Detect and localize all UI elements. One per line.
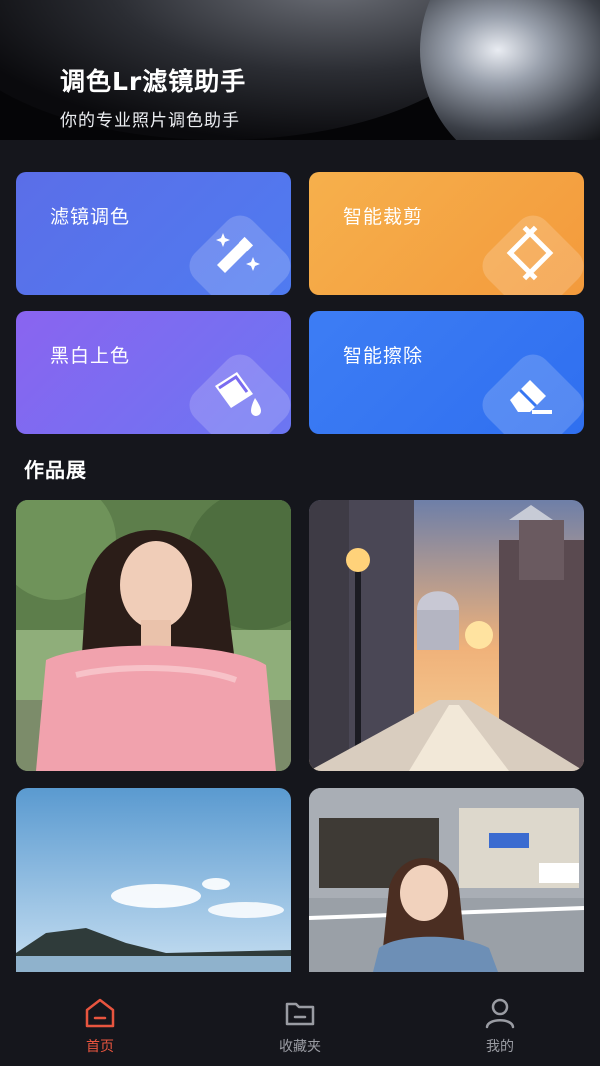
tab-profile[interactable]: 我的: [440, 982, 560, 1062]
feature-label: 智能擦除: [343, 345, 424, 367]
tab-label: 收藏夹: [279, 1039, 321, 1055]
crop-icon: [506, 225, 554, 281]
gallery-photo-city-girl[interactable]: [309, 788, 584, 988]
gallery-photo-street[interactable]: [309, 500, 584, 771]
gallery-photo-seascape[interactable]: [16, 788, 291, 988]
app-title: 调色Lr滤镜助手: [60, 67, 247, 96]
tab-label: 我的: [486, 1039, 514, 1055]
feature-card-colorize[interactable]: 黑白上色: [16, 311, 291, 434]
feature-label: 黑白上色: [50, 345, 131, 367]
folder-icon: [285, 1002, 315, 1026]
magic-wand-icon: [216, 233, 260, 273]
app-subtitle: 你的专业照片调色助手: [60, 111, 240, 131]
gallery-photo-portrait[interactable]: [16, 500, 291, 771]
feature-card-filter[interactable]: 滤镜调色: [16, 172, 291, 295]
banner-swoosh: [420, 0, 600, 140]
tab-label: 首页: [86, 1039, 114, 1055]
feature-label: 滤镜调色: [50, 206, 131, 228]
user-icon: [485, 998, 515, 1029]
feature-label: 智能裁剪: [343, 206, 424, 228]
tab-home[interactable]: 首页: [40, 982, 160, 1062]
feature-card-erase[interactable]: 智能擦除: [309, 311, 584, 434]
tab-favorites[interactable]: 收藏夹: [240, 982, 360, 1062]
eraser-icon: [510, 380, 552, 414]
paint-bucket-icon: [215, 372, 261, 416]
feature-card-crop[interactable]: 智能裁剪: [309, 172, 584, 295]
home-icon: [85, 998, 115, 1028]
header-banner: 调色Lr滤镜助手 你的专业照片调色助手: [0, 0, 600, 140]
bottom-tab-bar: 首页 收藏夹 我的: [0, 972, 600, 1066]
gallery-title: 作品展: [24, 458, 87, 482]
